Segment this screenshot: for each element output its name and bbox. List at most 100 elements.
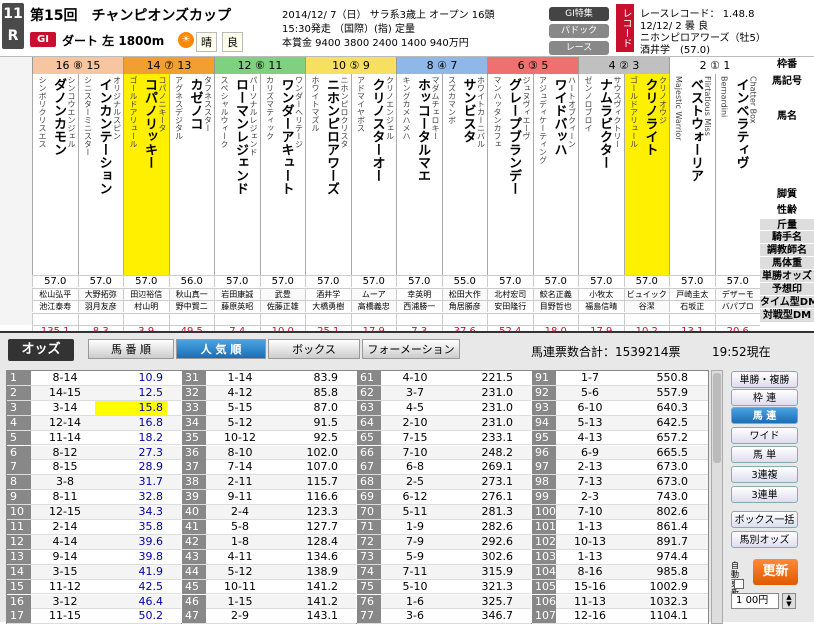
horse-column[interactable]: ゴールドアリュール コパノリッキー コパノニキータ — [123, 74, 169, 275]
horse-column[interactable]: ゼンノロブロイ ナムラビクター サウスヴィクトリー — [578, 74, 624, 275]
jockey-cell[interactable]: 田辺裕信 — [123, 287, 169, 300]
odds-row[interactable]: 38 2-11 115.7 — [182, 475, 356, 491]
jockey-cell[interactable]: 松山弘平 — [32, 287, 78, 300]
odds-row[interactable]: 16 3-12 46.4 — [7, 594, 181, 610]
tab-formation[interactable]: フォーメーション — [362, 339, 460, 359]
jockey-cell[interactable]: デザーモ — [714, 287, 760, 300]
odds-row[interactable]: 45 10-11 141.2 — [182, 579, 356, 595]
odds-row[interactable]: 74 7-11 315.9 — [357, 564, 531, 580]
odds-row[interactable]: 35 10-12 92.5 — [182, 430, 356, 446]
odds-row[interactable]: 15 11-12 42.5 — [7, 579, 181, 595]
jockey-cell[interactable]: 大野拓弥 — [77, 287, 123, 300]
horse-column[interactable]: シンボリクリスエス ダノンカモン シンコウエンジェル — [32, 74, 78, 275]
horse-column[interactable]: アドマイヤボス クリノスターオー クリノエンジェル — [350, 74, 396, 275]
side-button-2[interactable]: 馬 連 — [731, 407, 798, 424]
jockey-cell[interactable]: 松田大作 — [441, 287, 487, 300]
odds-row[interactable]: 10 12-15 34.3 — [7, 505, 181, 520]
odds-row[interactable]: 97 2-13 673.0 — [532, 460, 708, 476]
auto-update-checkbox[interactable] — [734, 579, 744, 589]
jockey-cell[interactable]: ビュイック — [623, 287, 669, 300]
odds-row[interactable]: 100 7-10 802.6 — [532, 505, 708, 520]
jockey-cell[interactable]: 酒井学 — [305, 287, 351, 300]
odds-row[interactable]: 63 4-5 231.0 — [357, 400, 531, 416]
horse-column[interactable]: Majestic Warrior ベストウォーリア Flirtatious Miss — [669, 74, 715, 275]
special-button[interactable]: GI特集 — [549, 7, 609, 21]
odds-row[interactable]: 12 4-14 39.6 — [7, 534, 181, 550]
side-button-0[interactable]: 単勝・複勝 — [731, 371, 798, 388]
odds-row[interactable]: 93 6-10 640.3 — [532, 400, 708, 416]
horse-column[interactable]: シニスターミニスター インカンテーション オリジナルスピン — [77, 74, 123, 275]
odds-row[interactable]: 65 7-15 233.1 — [357, 430, 531, 446]
jockey-cell[interactable]: ムーア — [350, 287, 396, 300]
odds-row[interactable]: 98 7-13 673.0 — [532, 475, 708, 491]
odds-row[interactable]: 31 1-14 83.9 — [182, 371, 356, 386]
odds-row[interactable]: 66 7-10 248.2 — [357, 445, 531, 461]
odds-row[interactable]: 33 5-15 87.0 — [182, 400, 356, 416]
odds-row[interactable]: 68 2-5 273.1 — [357, 475, 531, 491]
odds-row[interactable]: 34 5-12 91.5 — [182, 415, 356, 431]
jockey-cell[interactable]: 幸英明 — [396, 287, 442, 300]
horse-column[interactable]: キングカメハメハ ホッコータルマエ マダムチェロキー — [396, 74, 442, 275]
odds-row[interactable]: 75 5-10 321.3 — [357, 579, 531, 595]
stake-input[interactable]: 1 00円 — [731, 593, 779, 609]
odds-row[interactable]: 13 9-14 39.8 — [7, 549, 181, 565]
tab-by-popularity[interactable]: 人 気 順 — [176, 339, 266, 359]
odds-row[interactable]: 94 5-13 642.5 — [532, 415, 708, 431]
odds-row[interactable]: 46 1-15 141.2 — [182, 594, 356, 610]
odds-row[interactable]: 103 1-13 974.4 — [532, 549, 708, 565]
horse-column[interactable]: ゴールドアリュール クリノライト クリノオウジ — [623, 74, 669, 275]
odds-row[interactable]: 106 11-13 1032.3 — [532, 594, 708, 610]
jockey-cell[interactable]: 岩田康誠 — [214, 287, 260, 300]
side-button-3[interactable]: ワイド — [731, 427, 798, 444]
odds-row[interactable]: 76 1-6 325.7 — [357, 594, 531, 610]
side-button-5[interactable]: 3連複 — [731, 466, 798, 483]
odds-row[interactable]: 32 4-12 85.8 — [182, 385, 356, 401]
odds-row[interactable]: 1 8-14 10.9 — [7, 371, 181, 386]
race-video-button[interactable]: レース — [549, 41, 609, 55]
odds-row[interactable]: 95 4-13 657.2 — [532, 430, 708, 446]
tab-by-number[interactable]: 馬 番 順 — [88, 339, 174, 359]
odds-row[interactable]: 99 2-3 743.0 — [532, 490, 708, 506]
horse-column[interactable]: スペシャルウィーク ローマンレジェンド パーソナルレジェンド — [214, 74, 260, 275]
odds-row[interactable]: 8 3-8 31.7 — [7, 475, 181, 491]
odds-row[interactable]: 37 7-14 107.0 — [182, 460, 356, 476]
odds-row[interactable]: 105 15-16 1002.9 — [532, 579, 708, 595]
odds-row[interactable]: 9 8-11 32.8 — [7, 490, 181, 506]
odds-row[interactable]: 39 9-11 116.6 — [182, 490, 356, 506]
side-button-7[interactable]: ボックス一括 — [731, 511, 798, 528]
odds-row[interactable]: 5 11-14 18.2 — [7, 430, 181, 446]
refresh-button[interactable]: 更新 — [753, 559, 798, 585]
odds-row[interactable]: 73 5-9 302.6 — [357, 549, 531, 565]
odds-row[interactable]: 3 3-14 15.8 — [7, 400, 181, 416]
odds-row[interactable]: 101 1-13 861.4 — [532, 520, 708, 535]
odds-row[interactable]: 91 1-7 550.8 — [532, 371, 708, 386]
odds-row[interactable]: 42 1-8 128.4 — [182, 534, 356, 550]
odds-row[interactable]: 61 4-10 221.5 — [357, 371, 531, 386]
tab-box[interactable]: ボックス — [268, 339, 360, 359]
horse-column[interactable]: アグネスデジタル カゼノコ タフネススター — [168, 74, 214, 275]
jockey-cell[interactable]: 武豊 — [259, 287, 305, 300]
odds-row[interactable]: 2 14-15 12.5 — [7, 385, 181, 401]
jockey-cell[interactable]: 小牧太 — [578, 287, 624, 300]
stake-stepper[interactable]: ▲ ▼ — [782, 593, 796, 609]
side-button-4[interactable]: 馬 単 — [731, 446, 798, 463]
odds-row[interactable]: 104 8-16 985.8 — [532, 564, 708, 580]
odds-row[interactable]: 62 3-7 231.0 — [357, 385, 531, 401]
odds-row[interactable]: 69 6-12 276.1 — [357, 490, 531, 506]
side-button-1[interactable]: 枠 連 — [731, 389, 798, 406]
side-button-8[interactable]: 馬別オッズ — [731, 531, 798, 548]
side-button-6[interactable]: 3連単 — [731, 486, 798, 503]
odds-row[interactable]: 70 5-11 281.3 — [357, 505, 531, 520]
scroll-thumb[interactable] — [713, 373, 721, 463]
odds-row[interactable]: 14 3-15 41.9 — [7, 564, 181, 580]
odds-row[interactable]: 4 12-14 16.8 — [7, 415, 181, 431]
horse-column[interactable]: スズカマンボ サンビスタ ホワイトカーニバル — [441, 74, 487, 275]
odds-row[interactable]: 41 5-8 127.7 — [182, 520, 356, 535]
odds-row[interactable]: 92 5-6 557.9 — [532, 385, 708, 401]
horse-column[interactable]: カリズマティック ワンダーアキュート ワンダーヘリテージ — [259, 74, 305, 275]
paddock-button[interactable]: パドック — [549, 24, 609, 38]
odds-row[interactable]: 67 6-8 269.1 — [357, 460, 531, 476]
odds-row[interactable]: 72 7-9 292.6 — [357, 534, 531, 550]
odds-row[interactable]: 43 4-11 134.6 — [182, 549, 356, 565]
odds-row[interactable]: 7 8-15 28.9 — [7, 460, 181, 476]
